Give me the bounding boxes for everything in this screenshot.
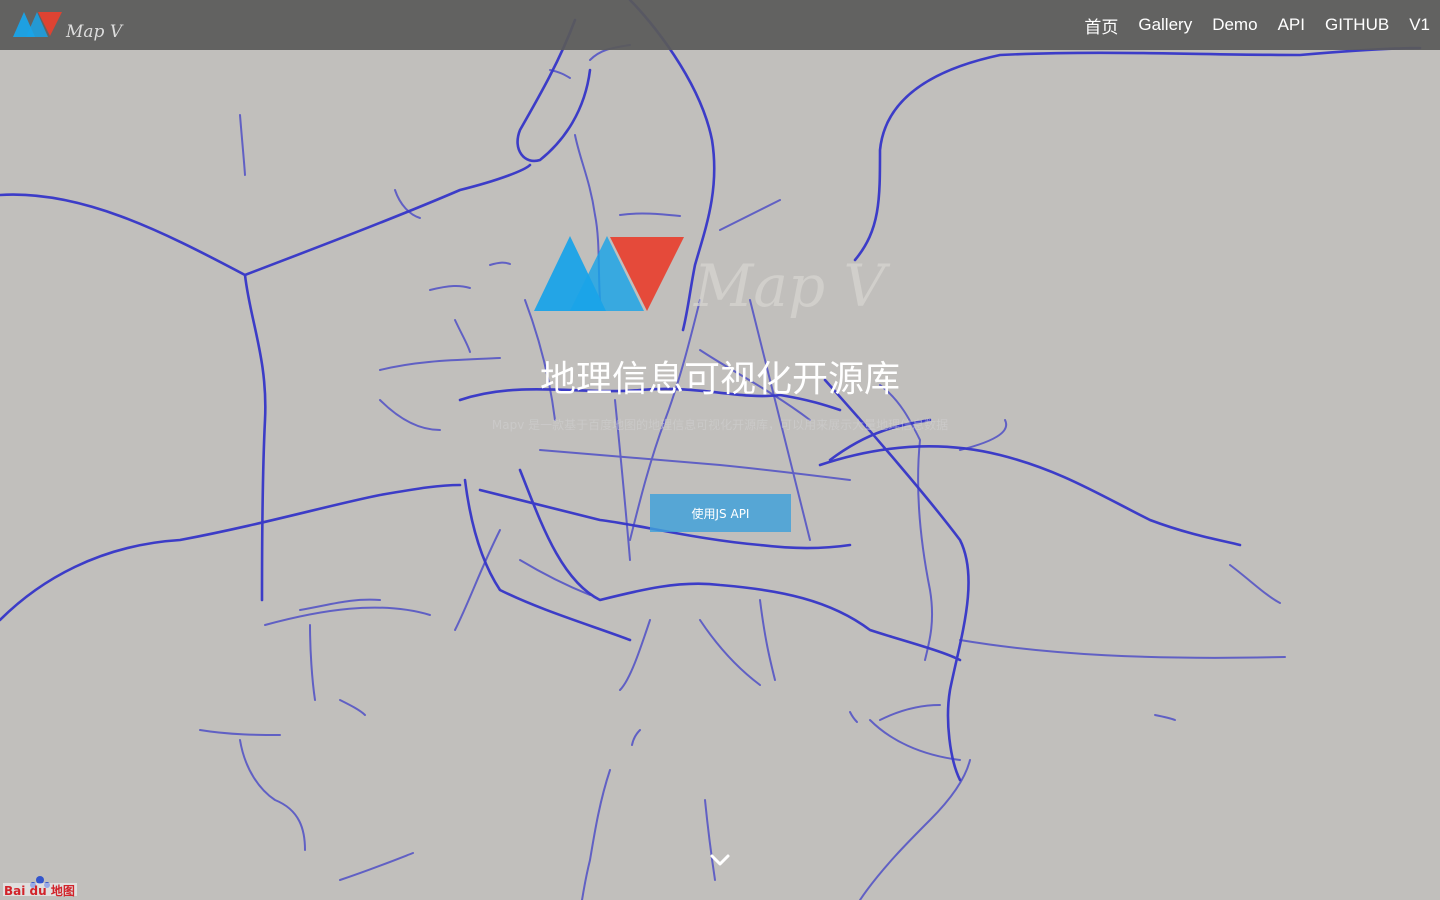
nav-demo[interactable]: Demo	[1212, 15, 1257, 35]
baidu-logo-text: Bai du 地图	[4, 883, 75, 898]
road-map-background[interactable]	[0, 0, 1440, 900]
nav-v1[interactable]: V1	[1409, 15, 1430, 35]
use-js-api-button[interactable]: 使用JS API	[650, 494, 791, 532]
nav-github[interactable]: GITHUB	[1325, 15, 1389, 35]
hero-logo-text: Map V	[693, 252, 891, 318]
mapv-logo-text: Map V	[65, 22, 124, 42]
nav-links: 首页 Gallery Demo API GITHUB V1	[1064, 0, 1430, 50]
baidu-map-logo[interactable]: Bai du 地图	[2, 870, 78, 898]
nav-gallery[interactable]: Gallery	[1138, 15, 1192, 35]
hero-mapv-logo: Map V	[534, 236, 891, 318]
nav-api[interactable]: API	[1278, 15, 1305, 35]
hero-subtitle: Mapv 是一款基于百度地图的地理信息可视化开源库，可以用来展示大量地理信息数据	[491, 418, 949, 432]
top-navbar: Map V 首页 Gallery Demo API GITHUB V1	[0, 0, 1440, 50]
hero-title: 地理信息可视化开源库	[539, 359, 900, 400]
mapv-logo[interactable]: Map V	[12, 6, 142, 46]
chevron-down-icon[interactable]	[708, 850, 732, 870]
nav-home[interactable]: 首页	[1084, 13, 1118, 38]
